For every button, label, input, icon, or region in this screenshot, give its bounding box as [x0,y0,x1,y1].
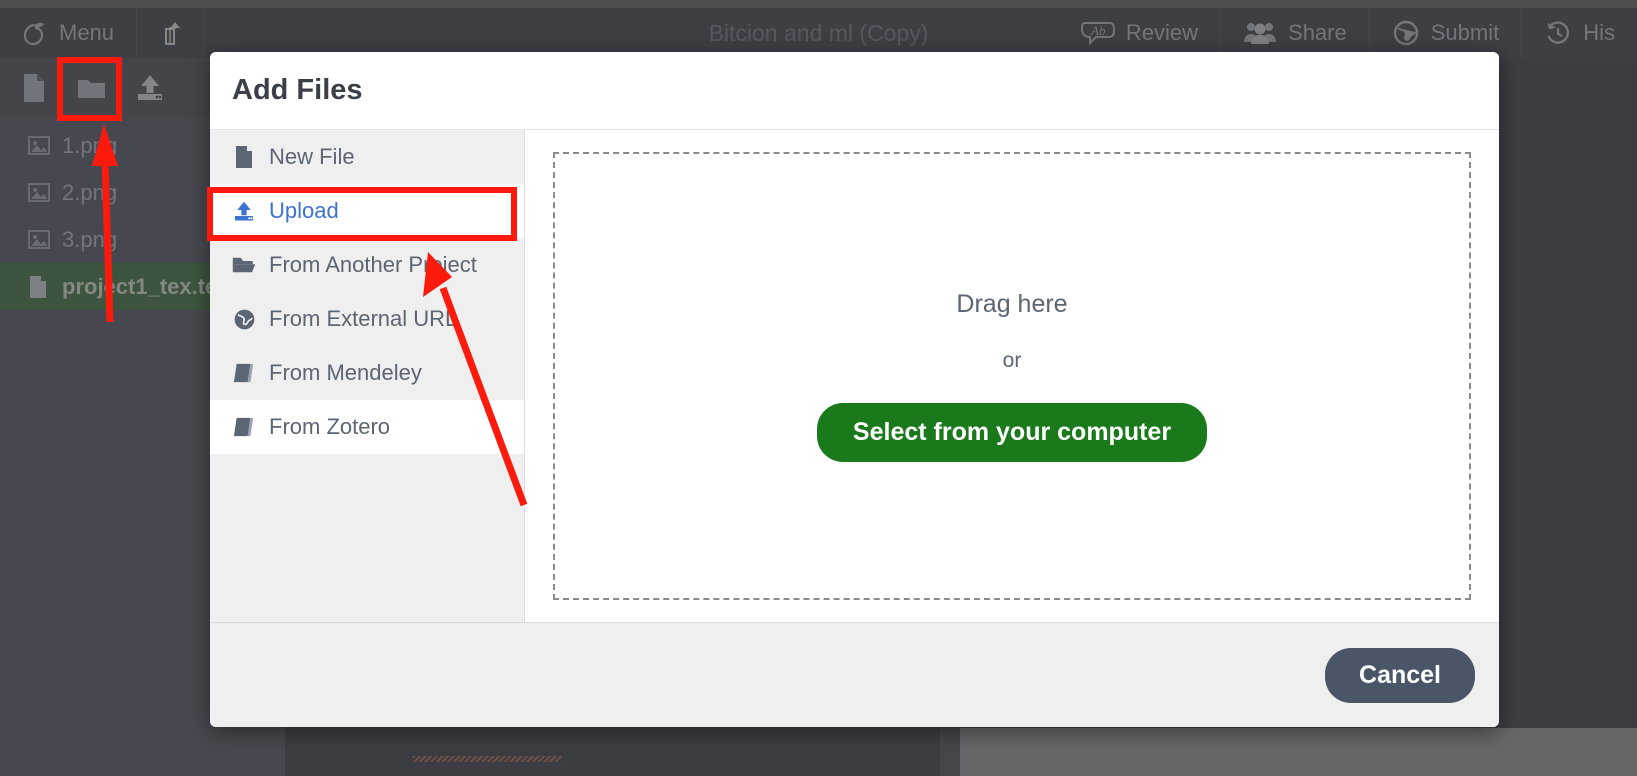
add-files-modal: Add Files New File Upload From Another P… [210,52,1499,727]
globe-icon [232,308,256,331]
modal-title: Add Files [232,74,363,106]
menu-item-label: From Mendeley [269,360,422,385]
menu-item-upload[interactable]: Upload [210,184,524,238]
folder-open-icon [232,254,256,276]
menu-item-from-another-project[interactable]: From Another Project [210,238,524,292]
menu-item-from-zotero[interactable]: From Zotero [210,400,524,454]
menu-item-label: From Zotero [269,414,391,439]
or-label: or [1002,349,1022,372]
menu-item-new-file[interactable]: New File [210,130,524,184]
menu-item-label: From Another Project [269,252,477,277]
file-dropzone[interactable]: Drag here or Select from your computer [553,152,1471,600]
menu-item-from-external-url[interactable]: From External URL [210,292,524,346]
app-root: Menu Bitcion and ml (Copy) [0,0,1637,776]
modal-main-panel: Drag here or Select from your computer [525,130,1499,622]
modal-header: Add Files [210,52,1499,130]
modal-source-menu: New File Upload From Another Project Fro… [210,130,525,622]
book-icon [232,416,256,438]
book-icon [232,362,256,384]
drag-here-label: Drag here [956,290,1068,318]
file-icon [232,145,256,169]
cancel-button[interactable]: Cancel [1325,647,1475,703]
upload-icon [232,200,256,223]
select-from-computer-button[interactable]: Select from your computer [816,403,1208,462]
menu-item-from-mendeley[interactable]: From Mendeley [210,346,524,400]
menu-item-label: New File [269,144,355,169]
menu-item-label: From External URL [269,306,458,331]
modal-body: New File Upload From Another Project Fro… [210,130,1499,622]
modal-footer: Cancel [210,622,1499,727]
menu-item-label: Upload [269,198,339,223]
